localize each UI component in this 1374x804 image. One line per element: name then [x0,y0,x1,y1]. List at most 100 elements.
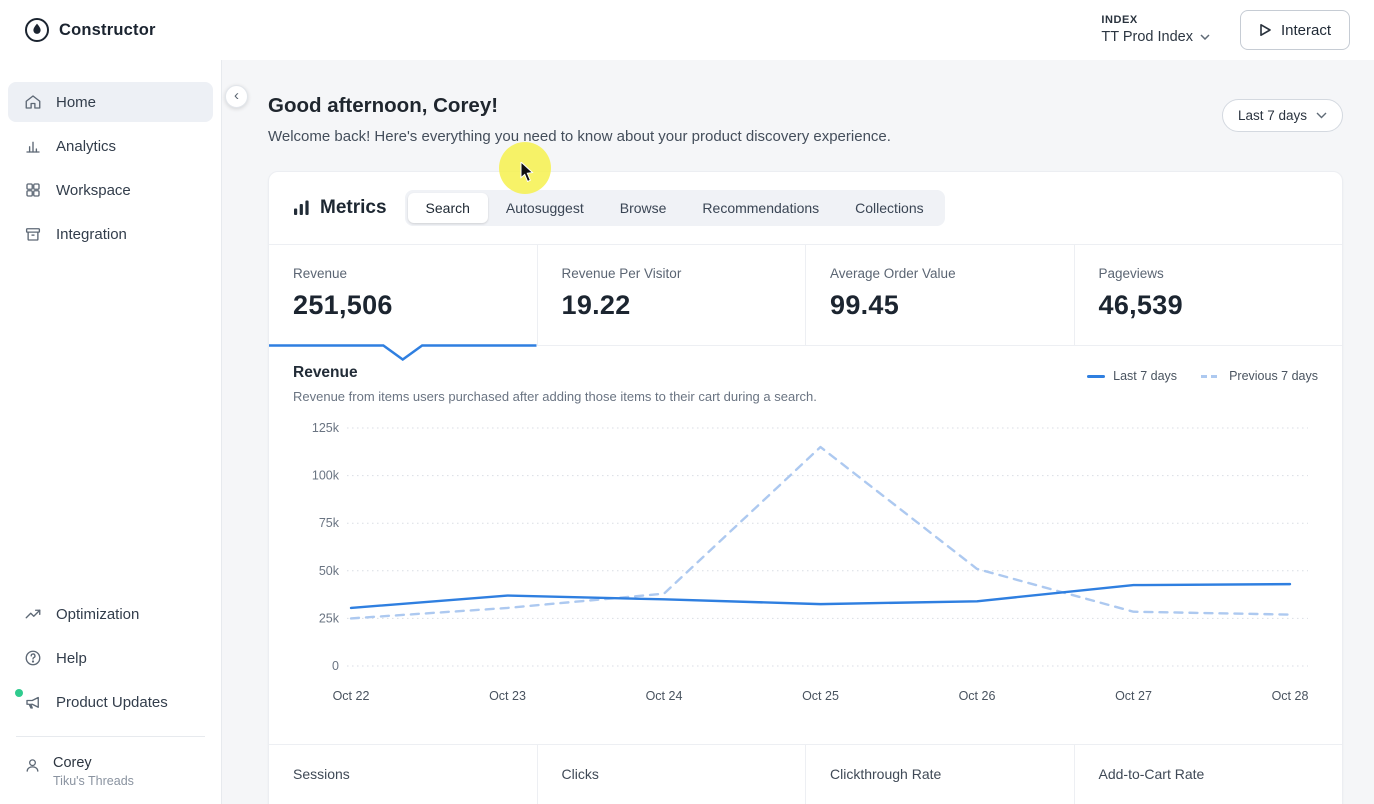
sidebar-item-integration[interactable]: Integration [8,214,213,254]
user-org: Tiku's Threads [53,774,134,788]
megaphone-icon [15,689,42,711]
sidebar-item-label: Integration [56,225,127,243]
grid-icon [24,181,42,199]
sidebar-item-analytics[interactable]: Analytics [8,126,213,166]
main-content: Good afternoon, Corey! Welcome back! Her… [222,60,1374,804]
box-icon [24,225,42,243]
sidebar-item-home[interactable]: Home [8,82,213,122]
svg-text:100k: 100k [312,469,340,483]
svg-text:Oct 22: Oct 22 [333,689,370,703]
interact-label: Interact [1280,21,1331,39]
tab-search[interactable]: Search [407,193,488,223]
sidebar-item-help[interactable]: Help [8,638,213,678]
constructor-logo-icon [24,17,50,43]
metric-tile-clickthrough-rate[interactable]: Clickthrough Rate [805,745,1074,804]
metric-label: Clicks [561,766,599,782]
user-menu[interactable]: Corey Tiku's Threads [8,747,213,790]
svg-text:Oct 26: Oct 26 [959,689,996,703]
sidebar-item-product-updates[interactable]: Product Updates [8,682,213,722]
metric-label: Sessions [293,766,350,782]
greeting-subtitle: Welcome back! Here's everything you need… [268,128,891,145]
chart-legend: Last 7 days Previous 7 days [1087,364,1318,383]
metric-label: Revenue [293,266,348,281]
user-icon [24,757,41,779]
sidebar-bottom: Optimization Help Product Updates Corey … [8,594,213,790]
tab-browse[interactable]: Browse [602,193,685,223]
topbar: Constructor INDEX TT Prod Index Interact [0,0,1374,60]
metric-label: Average Order Value [830,266,956,281]
metric-value: 251,506 [293,290,393,320]
metric-tiles: Revenue 251,506 Revenue Per Visitor 19.2… [269,244,1342,361]
svg-text:Oct 23: Oct 23 [489,689,526,703]
metric-tile-revenue[interactable]: Revenue 251,506 [269,245,537,361]
sidebar: Home Analytics Workspace Integration Opt… [0,60,222,804]
svg-text:75k: 75k [319,516,340,530]
svg-text:Oct 25: Oct 25 [802,689,839,703]
metrics-title: Metrics [293,197,387,219]
svg-text:Oct 27: Oct 27 [1115,689,1152,703]
svg-text:125k: 125k [312,421,340,435]
metrics-card: Metrics Search Autosuggest Browse Recomm… [268,171,1343,804]
sidebar-divider [16,736,205,737]
svg-text:Oct 24: Oct 24 [646,689,683,703]
legend-item-previous-7-days: Previous 7 days [1201,369,1318,383]
user-name: Corey [53,755,92,771]
index-selector[interactable]: INDEX TT Prod Index [1101,13,1210,47]
trend-up-icon [24,605,42,623]
revenue-chart: 0 25k 50k 75k 100k 125k Oct 22 Oct 23 Oct 24 Oct … [312,421,1309,703]
metrics-card-header: Metrics Search Autosuggest Browse Recomm… [269,172,1342,244]
new-updates-dot [15,689,23,697]
metric-value: 46,539 [1098,290,1183,320]
chevron-down-icon [1316,112,1327,119]
svg-text:25k: 25k [319,611,340,625]
metric-tile-add-to-cart-rate[interactable]: Add-to-Cart Rate [1073,745,1343,804]
sidebar-item-label: Workspace [56,181,131,199]
date-range-label: Last 7 days [1237,108,1307,123]
page-header: Good afternoon, Corey! Welcome back! Her… [268,94,1343,145]
metric-tile-clicks[interactable]: Clicks [536,745,806,804]
date-range-button[interactable]: Last 7 days [1221,99,1343,132]
brand-name: Constructor [59,20,156,39]
metric-label: Revenue Per Visitor [561,266,682,281]
metric-value: 19.22 [561,290,631,320]
chevron-left-icon: ‹ [234,87,239,104]
solid-line-swatch [1087,374,1106,378]
chart-title: Revenue [293,364,358,381]
bar-chart-icon [24,137,42,155]
metric-label: Add-to-Cart Rate [1098,766,1205,782]
brand[interactable]: Constructor [24,17,156,43]
metric-tile-average-order-value[interactable]: Average Order Value 99.45 [805,245,1074,346]
sidebar-item-label: Help [56,649,87,667]
home-icon [24,93,42,111]
sidebar-item-label: Product Updates [56,693,168,711]
metric-tile-sessions[interactable]: Sessions [269,745,537,804]
metric-tile-pageviews[interactable]: Pageviews 46,539 [1073,245,1342,346]
metrics-icon [293,200,310,216]
metric-label: Pageviews [1098,266,1164,281]
sidebar-item-optimization[interactable]: Optimization [8,594,213,634]
chevron-down-icon [1200,34,1210,41]
tab-collections[interactable]: Collections [837,193,941,223]
metric-label: Clickthrough Rate [830,766,942,782]
sidebar-item-workspace[interactable]: Workspace [8,170,213,210]
metrics-tabs: Search Autosuggest Browse Recommendation… [404,190,945,226]
secondary-metric-tiles: Sessions Clicks Clickthrough Rate Add-to… [269,744,1342,804]
interact-button[interactable]: Interact [1239,10,1350,50]
topbar-right: INDEX TT Prod Index Interact [1101,10,1350,50]
play-icon [1259,23,1272,37]
sidebar-item-label: Analytics [56,137,117,155]
dashed-line-swatch [1201,374,1222,378]
tab-recommendations[interactable]: Recommendations [684,193,837,223]
chart-head: Revenue Revenue from items users purchas… [293,364,1318,404]
metric-tile-revenue-per-visitor[interactable]: Revenue Per Visitor 19.22 [536,245,805,346]
help-circle-icon [24,649,42,667]
svg-text:50k: 50k [319,564,340,578]
index-value: TT Prod Index [1101,28,1193,45]
svg-text:0: 0 [332,659,339,673]
tab-autosuggest[interactable]: Autosuggest [488,193,602,223]
greeting: Good afternoon, Corey! [268,94,499,117]
revenue-chart-section: Revenue Revenue from items users purchas… [269,346,1342,744]
index-label: INDEX [1101,13,1138,26]
legend-item-last-7-days: Last 7 days [1087,369,1177,383]
sidebar-collapse-button[interactable]: ‹ [225,85,248,108]
